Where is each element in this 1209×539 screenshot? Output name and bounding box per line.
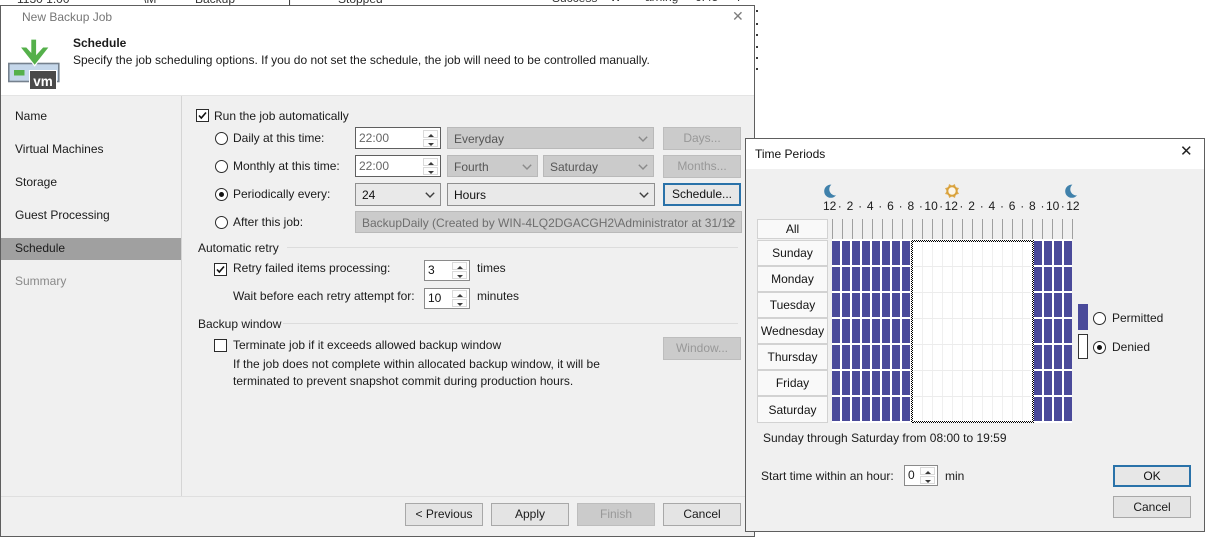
- svg-text:vm: vm: [33, 74, 53, 89]
